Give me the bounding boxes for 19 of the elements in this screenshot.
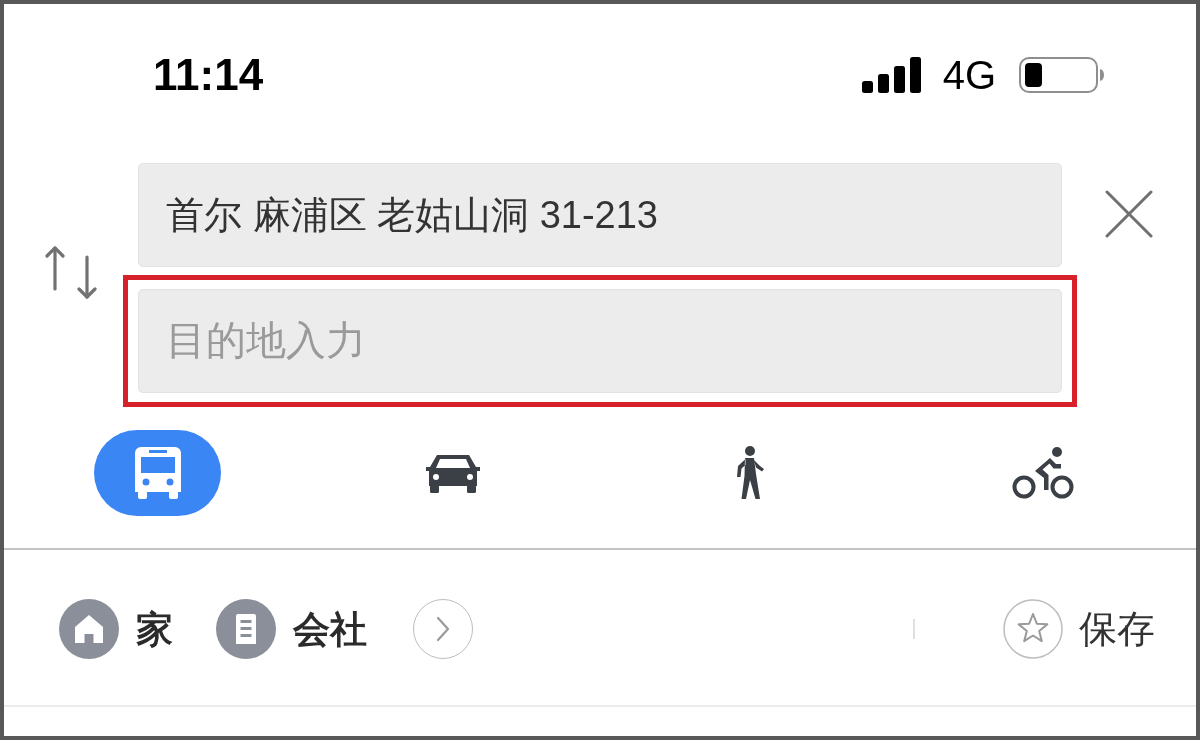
battery-icon — [1019, 57, 1105, 93]
document-icon — [216, 599, 276, 659]
car-icon — [424, 453, 481, 493]
swap-icon[interactable] — [45, 245, 97, 300]
destination-field[interactable]: 目的地入力 — [138, 289, 1062, 393]
shortcut-button[interactable]: 家 — [59, 599, 173, 659]
mode-tab[interactable] — [424, 453, 481, 493]
origin-field[interactable]: 首尔 麻浦区 老姑山洞 31-213 — [138, 163, 1062, 267]
network-label: 4G — [942, 55, 996, 95]
shortcut-button[interactable]: 会社 — [216, 599, 367, 659]
bus-icon — [134, 447, 181, 499]
signal-icon — [861, 57, 922, 93]
mode-tab[interactable] — [1011, 447, 1074, 499]
cyclist-icon — [1011, 447, 1074, 499]
status-time: 11:14 — [153, 53, 264, 97]
house-icon — [59, 599, 119, 659]
save-button[interactable]: 保存 — [1003, 599, 1155, 659]
chevron-right-icon — [436, 616, 450, 642]
close-icon[interactable] — [1105, 190, 1153, 238]
